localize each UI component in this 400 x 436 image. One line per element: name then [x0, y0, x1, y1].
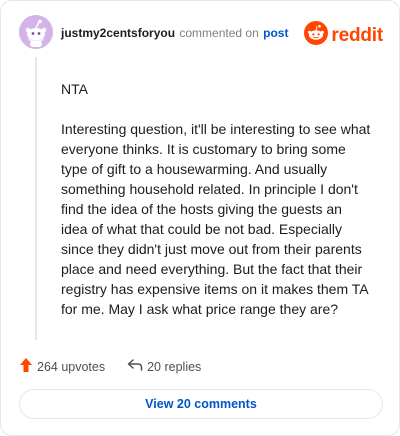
action-text: commented on [179, 26, 259, 40]
reddit-wordmark: reddit [331, 24, 383, 46]
reply-arrow-icon [127, 358, 143, 375]
view-comments-button[interactable]: View 20 comments [19, 389, 383, 419]
reddit-logo[interactable]: reddit [304, 21, 383, 50]
comment-actions: 264 upvotes 20 replies [19, 357, 201, 376]
reply-count: 20 replies [147, 359, 202, 374]
comment-header: justmy2centsforyou commented on post [61, 25, 288, 41]
comment-body: NTA Interesting question, it'll be inter… [61, 79, 371, 339]
comment-paragraph: NTA [61, 81, 88, 97]
reddit-snoo-icon [304, 21, 329, 50]
username-link[interactable]: justmy2centsforyou [61, 26, 175, 40]
comment-paragraph: Interesting question, it'll be interesti… [61, 121, 371, 317]
upvote-count: 264 upvotes [37, 359, 106, 374]
comment-card: justmy2centsforyou commented on post red… [0, 0, 400, 436]
upvote-arrow-icon [19, 357, 33, 376]
replies-button[interactable]: 20 replies [127, 358, 201, 375]
thread-line [35, 57, 37, 340]
post-link[interactable]: post [263, 26, 288, 40]
upvote-button[interactable]: 264 upvotes [19, 357, 105, 376]
snoo-avatar-icon[interactable] [19, 15, 53, 49]
